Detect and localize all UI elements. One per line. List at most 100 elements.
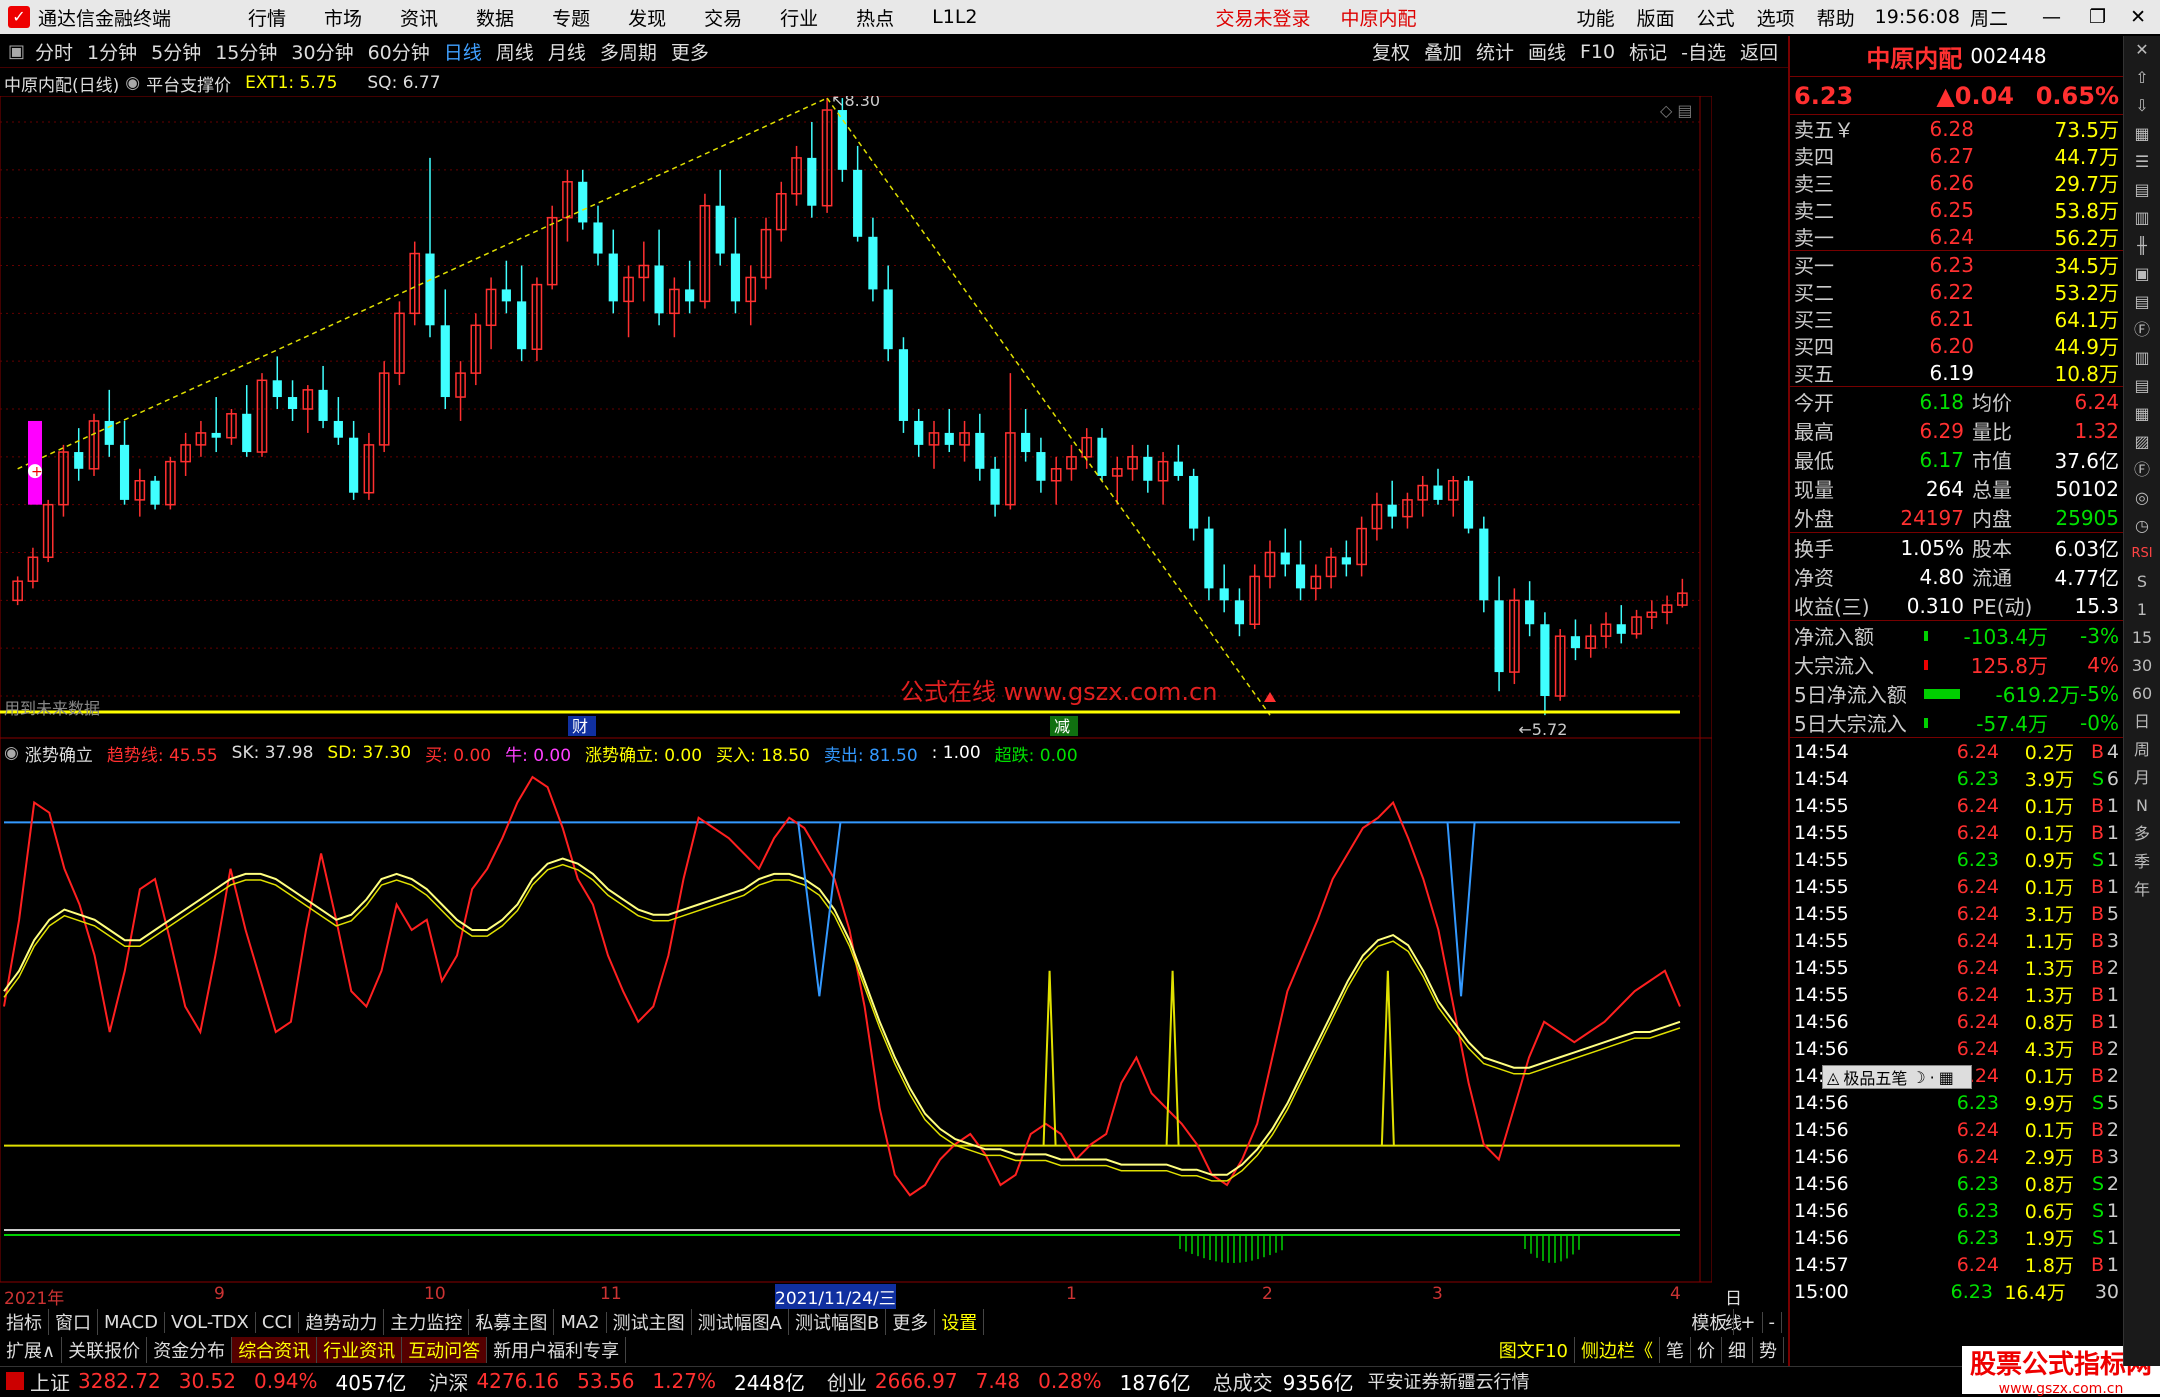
login-status[interactable]: 交易未登录 <box>1216 4 1311 31</box>
sidebar-item-1[interactable]: S <box>2124 568 2160 596</box>
tabs1-right-2[interactable]: - <box>1763 1311 1782 1333</box>
right-menu-4[interactable]: 帮助 <box>1817 4 1855 31</box>
sidebar-sheet-icon[interactable]: ▦ <box>2124 400 2160 428</box>
period-tab-7[interactable]: 周线 <box>496 38 534 65</box>
sidebar-item-7[interactable]: 周 <box>2124 736 2160 764</box>
tabs2-right-5[interactable]: 势 <box>1753 1337 1784 1363</box>
tabs2-right-4[interactable]: 细 <box>1722 1337 1753 1363</box>
panel-icon[interactable]: ▣ <box>8 41 25 62</box>
sidebar-item-8[interactable]: 月 <box>2124 764 2160 792</box>
ind-tab-5[interactable]: 趋势动力 <box>299 1309 385 1335</box>
sidebar-item-6[interactable]: 日 <box>2124 708 2160 736</box>
period-tab-0[interactable]: 分时 <box>35 38 73 65</box>
sidebar-circle-icon[interactable]: ◎ <box>2124 484 2160 512</box>
ind-tab-13[interactable]: 设置 <box>935 1309 985 1335</box>
ind-tab-1[interactable]: 窗口 <box>49 1309 98 1335</box>
minimize-icon[interactable]: — <box>2042 6 2061 28</box>
ime-moon-icon[interactable]: ☽ <box>1911 1068 1925 1087</box>
tool-5[interactable]: 标记 <box>1629 38 1667 65</box>
period-tab-2[interactable]: 5分钟 <box>151 38 201 65</box>
sidebar-up-icon[interactable]: ⇧ <box>2124 64 2160 92</box>
tabs2-right-3[interactable]: 价 <box>1691 1337 1722 1363</box>
menu-5[interactable]: 发现 <box>628 4 666 31</box>
tabs1-right-0[interactable]: 模板 <box>1685 1309 1735 1335</box>
tool-1[interactable]: 叠加 <box>1424 38 1462 65</box>
tool-6[interactable]: -自选 <box>1681 38 1726 65</box>
ind-tab-9[interactable]: 测试主图 <box>607 1309 692 1335</box>
sidebar-down-icon[interactable]: ⇩ <box>2124 92 2160 120</box>
ime-punct-icon[interactable]: · <box>1930 1068 1935 1087</box>
period-tab-1[interactable]: 1分钟 <box>87 38 137 65</box>
ext-tab-6[interactable]: 新用户福利专享 <box>487 1337 627 1363</box>
ext-tab-3[interactable]: 综合资讯 <box>232 1337 318 1363</box>
sidebar-item-2[interactable]: 1 <box>2124 596 2160 624</box>
right-menu-0[interactable]: 功能 <box>1577 4 1615 31</box>
close-icon[interactable]: ✕ <box>2130 6 2146 28</box>
chart-settings-icon[interactable]: ◇ ▤ <box>1660 101 1693 120</box>
period-tab-5[interactable]: 60分钟 <box>368 38 430 65</box>
ask-row-1[interactable]: 卖四 6.27 44.7万 <box>1790 142 2123 170</box>
ext-tab-5[interactable]: 互动问答 <box>402 1337 488 1363</box>
menu-4[interactable]: 专题 <box>552 4 590 31</box>
tabs2-right-0[interactable]: 图文F10 <box>1493 1337 1575 1363</box>
ind-tab-10[interactable]: 测试幅图A <box>692 1309 789 1335</box>
ext-tab-1[interactable]: 关联报价 <box>62 1337 148 1363</box>
right-menu-3[interactable]: 选项 <box>1757 4 1795 31</box>
ind-tab-3[interactable]: VOL-TDX <box>165 1311 256 1333</box>
index-name-0[interactable]: 上证 <box>30 1367 70 1396</box>
ask-row-2[interactable]: 卖三 6.26 29.7万 <box>1790 169 2123 197</box>
ind-tab-2[interactable]: MACD <box>98 1311 165 1333</box>
index-name-1[interactable]: 沪深 <box>428 1367 468 1396</box>
ime-popup[interactable]: ◬ 极品五笔 ☽ · ▦ <box>1822 1065 1972 1089</box>
sidebar-item-11[interactable]: 季 <box>2124 848 2160 876</box>
sidebar-candle2-icon[interactable]: ╫ <box>2124 232 2160 260</box>
menu-9[interactable]: L1L2 <box>932 6 977 28</box>
tabs2-right-1[interactable]: 侧边栏《 <box>1575 1337 1660 1363</box>
menu-0[interactable]: 行情 <box>248 4 286 31</box>
sidebar-item-9[interactable]: N <box>2124 792 2160 820</box>
menu-1[interactable]: 市场 <box>324 4 362 31</box>
ind-tab-8[interactable]: MA2 <box>554 1311 607 1333</box>
right-menu-1[interactable]: 版面 <box>1637 4 1675 31</box>
sidebar-f10-icon[interactable]: Ⓕ <box>2124 316 2160 344</box>
sidebar-clock-icon[interactable]: ◷ <box>2124 512 2160 540</box>
ask-row-3[interactable]: 卖二 6.25 53.8万 <box>1790 196 2123 224</box>
ask-row-0[interactable]: 卖五￥ 6.28 73.5万 <box>1790 115 2123 143</box>
period-tab-10[interactable]: 更多 <box>671 38 709 65</box>
bid-row-0[interactable]: 买一 6.23 34.5万 <box>1790 251 2123 279</box>
tool-4[interactable]: F10 <box>1580 41 1615 63</box>
sidebar-close-icon[interactable]: ✕ <box>2124 36 2160 64</box>
bid-row-4[interactable]: 买五 6.19 10.8万 <box>1790 359 2123 387</box>
sidebar-item-0[interactable]: RSI <box>2124 540 2160 568</box>
tool-7[interactable]: 返回 <box>1740 38 1778 65</box>
ind-tab-6[interactable]: 主力监控 <box>384 1309 470 1335</box>
sidebar-chart-icon[interactable]: ▤ <box>2124 176 2160 204</box>
period-tab-6[interactable]: 日线 <box>444 38 482 65</box>
restore-icon[interactable]: ❐ <box>2089 6 2106 28</box>
ind-tab-12[interactable]: 更多 <box>886 1309 936 1335</box>
indicator-dropdown-icon[interactable]: ◉ <box>125 73 140 93</box>
sidebar-table-icon[interactable]: ▣ <box>2124 260 2160 288</box>
indicator-dropdown-icon[interactable]: ◉ <box>4 743 19 763</box>
sidebar-info-icon[interactable]: ▤ <box>2124 288 2160 316</box>
ind-tab-11[interactable]: 测试幅图B <box>789 1309 887 1335</box>
ind-tab-0[interactable]: 指标 <box>0 1309 49 1335</box>
menu-7[interactable]: 行业 <box>780 4 818 31</box>
index-name-2[interactable]: 创业 <box>827 1367 867 1396</box>
indicator-name[interactable]: 涨势确立 <box>25 741 93 766</box>
sidebar-item-10[interactable]: 多 <box>2124 820 2160 848</box>
sidebar-bar-icon[interactable]: ▥ <box>2124 344 2160 372</box>
menu-8[interactable]: 热点 <box>856 4 894 31</box>
sidebar-item-4[interactable]: 30 <box>2124 652 2160 680</box>
sidebar-chart2-icon[interactable]: ▨ <box>2124 428 2160 456</box>
ext-tab-2[interactable]: 资金分布 <box>147 1337 233 1363</box>
sidebar-doc-icon[interactable]: ▤ <box>2124 372 2160 400</box>
ask-row-4[interactable]: 卖一 6.24 56.2万 <box>1790 223 2123 251</box>
sidebar-item-12[interactable]: 年 <box>2124 876 2160 904</box>
period-tab-9[interactable]: 多周期 <box>600 38 657 65</box>
ime-keyboard-icon[interactable]: ▦ <box>1939 1068 1954 1087</box>
tool-3[interactable]: 画线 <box>1528 38 1566 65</box>
tabs2-right-2[interactable]: 笔 <box>1660 1337 1691 1363</box>
tool-0[interactable]: 复权 <box>1372 38 1410 65</box>
bid-row-3[interactable]: 买四 6.20 44.9万 <box>1790 332 2123 360</box>
